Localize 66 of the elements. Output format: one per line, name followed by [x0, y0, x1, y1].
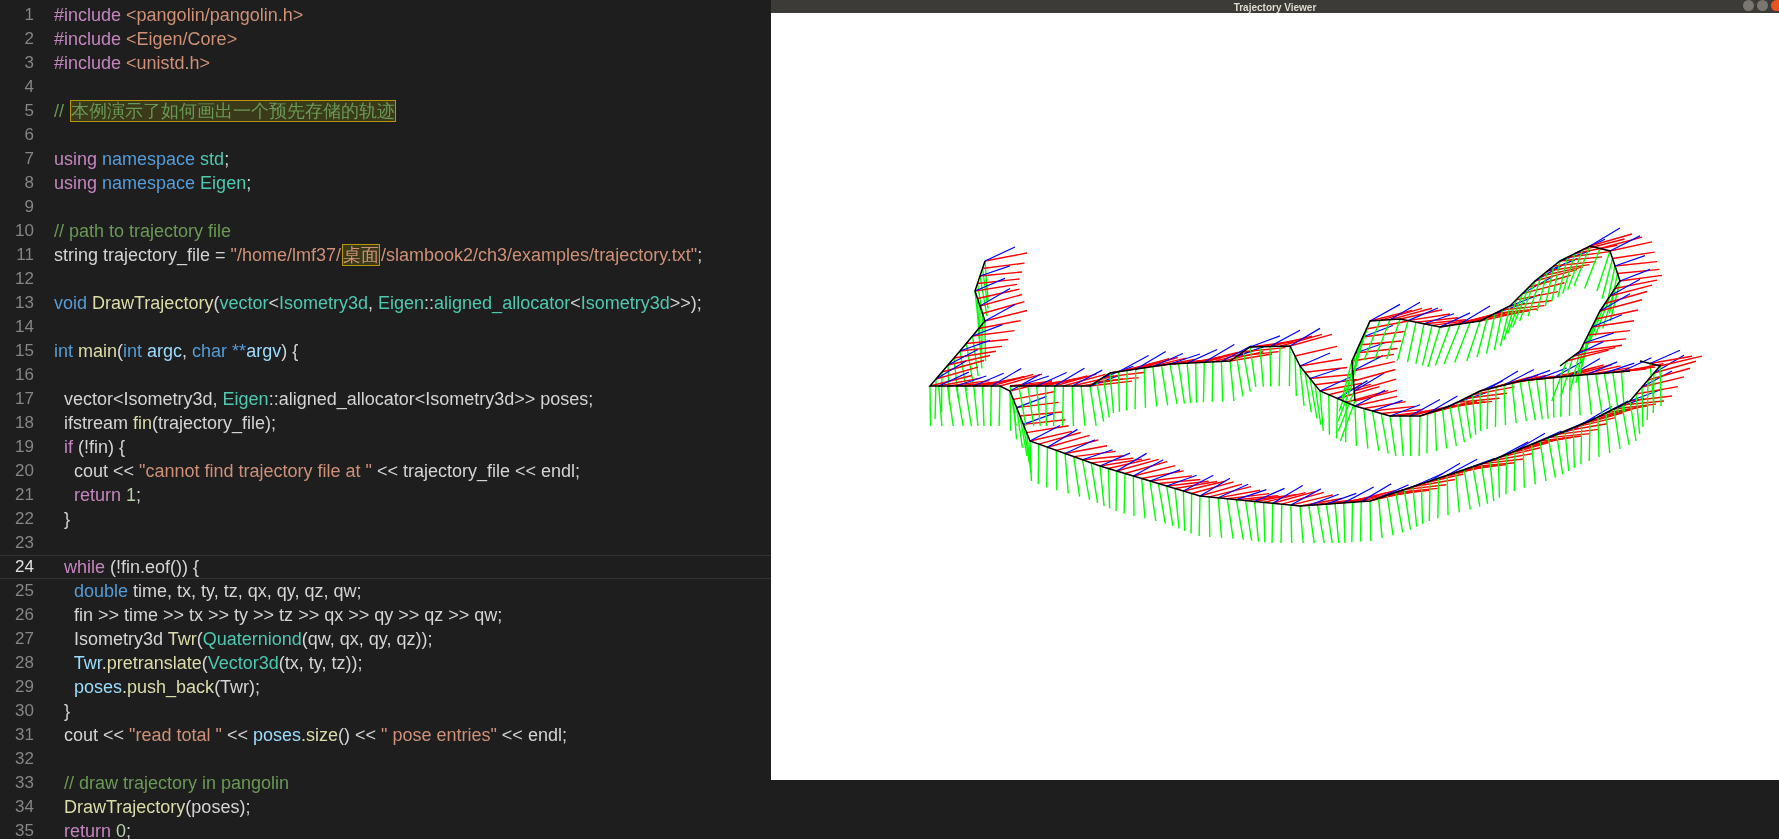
code-line: #include <pangolin/pangolin.h>: [54, 4, 304, 26]
code-line: return 1;: [73, 484, 142, 506]
line-number: 24: [14, 556, 34, 579]
line-number: 26: [14, 604, 34, 627]
line-number: 9: [23, 196, 34, 219]
code-line: cout << "cannot find trajectory file at " << trajectory_file << endl;: [73, 460, 581, 482]
line-number: 27: [14, 628, 34, 651]
line-number: 25: [14, 580, 34, 603]
code-line: }: [63, 700, 70, 722]
code-line: ifstream fin(trajectory_file);: [63, 412, 277, 434]
code-line: // 本例演示了如何画出一个预先存储的轨迹: [54, 100, 397, 122]
code-line: vector<Isometry3d, Eigen::aligned_allocator<Isometry3d>> poses;: [63, 388, 594, 410]
line-number: 22: [14, 508, 34, 531]
line-number: 31: [14, 724, 34, 747]
code-line: double time, tx, ty, tz, qx, qy, qz, qw;: [73, 580, 362, 602]
line-number: 13: [14, 292, 34, 315]
code-line: using namespace std;: [54, 148, 230, 170]
line-number: 35: [14, 820, 34, 839]
line-number: 5: [23, 100, 34, 123]
window-title: Trajectory Viewer: [1233, 2, 1317, 13]
line-number: 19: [14, 436, 34, 459]
code-line: while (!fin.eof()) {: [63, 556, 200, 578]
line-number: 1: [23, 4, 34, 27]
code-line: #include <unistd.h>: [54, 52, 211, 74]
line-number: 6: [23, 124, 34, 147]
minimize-button[interactable]: [1743, 0, 1754, 11]
line-number: 18: [14, 412, 34, 435]
line-number: 21: [14, 484, 34, 507]
line-number: 8: [23, 172, 34, 195]
code-line: // draw trajectory in pangolin: [63, 772, 290, 794]
code-line: fin >> time >> tx >> ty >> tz >> qx >> qy >> qz >> qw;: [73, 604, 503, 626]
line-number: 14: [14, 316, 34, 339]
code-line: string trajectory_file = "/home/lmf37/桌面/slambook2/ch3/examples/trajectory.txt";: [54, 244, 703, 266]
code-line: cout << "read total " << poses.size() << " pose entries" << endl;: [63, 724, 567, 746]
code-line: void DrawTrajectory(vector<Isometry3d, Eigen::aligned_allocator<Isometry3d>>);: [54, 292, 702, 314]
line-number: 32: [14, 748, 34, 771]
line-number: 11: [15, 244, 34, 267]
line-number: 4: [23, 76, 34, 99]
code-line: Isometry3d Twr(Quaterniond(qw, qx, qy, qz));: [73, 628, 433, 650]
line-number: 28: [14, 652, 34, 675]
line-number: 3: [23, 52, 34, 75]
code-line: Twr.pretranslate(Vector3d(tx, ty, tz));: [72, 652, 363, 674]
code-line: DrawTrajectory(poses);: [63, 796, 251, 818]
line-number: 33: [14, 772, 34, 795]
code-line: return 0;: [63, 820, 132, 839]
maximize-button[interactable]: [1757, 0, 1768, 11]
line-number: 34: [14, 796, 34, 819]
line-number: 7: [23, 148, 34, 171]
line-number: 2: [23, 28, 34, 51]
line-number: 29: [14, 676, 34, 699]
close-button[interactable]: [1771, 0, 1779, 11]
code-line: using namespace Eigen;: [54, 172, 252, 194]
line-number: 30: [14, 700, 34, 723]
code-line: if (!fin) {: [63, 436, 126, 458]
code-line: #include <Eigen/Core>: [54, 28, 238, 50]
line-number: 23: [14, 532, 34, 555]
code-line: poses.push_back(Twr);: [73, 676, 261, 698]
line-number: 12: [14, 268, 34, 291]
code-line: }: [63, 508, 70, 530]
code-line: // path to trajectory file: [54, 220, 232, 242]
line-number: 15: [14, 340, 34, 363]
line-number: 20: [14, 460, 34, 483]
line-number: 17: [14, 388, 34, 411]
line-number: 10: [14, 220, 34, 243]
code-line: int main(int argc, char **argv) {: [54, 340, 299, 362]
line-number: 16: [14, 364, 34, 387]
